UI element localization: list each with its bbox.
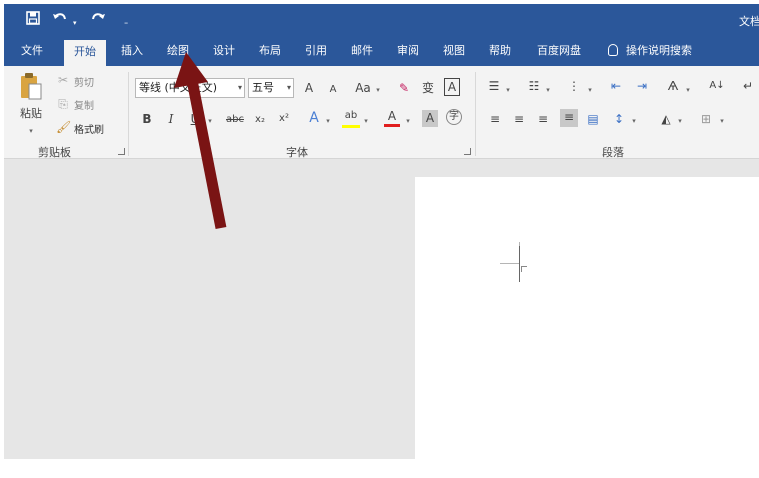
- character-shading-icon[interactable]: A: [422, 110, 438, 127]
- chevron-down-icon: ▾: [286, 83, 291, 92]
- tab-review[interactable]: 审阅: [390, 36, 426, 66]
- ribbon-home: 粘贴 ▾ ✂ 剪切 ⎘ 复制 🖌 格式刷 剪贴板 等线 (中文正文) ▾ 五号 ▾ …: [4, 66, 759, 159]
- align-center-icon[interactable]: ≡: [512, 111, 526, 127]
- document-title: 文档1 - Word: [739, 15, 759, 28]
- superscript-button[interactable]: x²: [276, 111, 292, 127]
- tab-home[interactable]: 开始: [64, 40, 106, 66]
- annotation-arrow-icon: [174, 52, 227, 230]
- cut-button[interactable]: 剪切: [74, 74, 94, 89]
- customize-qat-icon[interactable]: ₌: [124, 14, 128, 30]
- align-right-icon[interactable]: ≡: [536, 111, 550, 127]
- shrink-font-icon[interactable]: A: [326, 82, 340, 98]
- multilevel-dropdown-icon[interactable]: ▾: [586, 80, 594, 98]
- tab-baidu-netdisk[interactable]: 百度网盘: [529, 36, 589, 66]
- text-cursor: [519, 246, 520, 282]
- multilevel-list-icon[interactable]: ⋮: [566, 78, 582, 94]
- numbering-icon[interactable]: ☷: [526, 78, 542, 94]
- enclose-characters-icon[interactable]: 字: [446, 109, 462, 125]
- paragraph-group-label: 段落: [602, 146, 624, 159]
- highlight-icon[interactable]: ab: [342, 108, 360, 128]
- font-size-value: 五号: [252, 81, 274, 94]
- borders-icon[interactable]: ⊞: [698, 111, 714, 127]
- clipboard-launcher-icon[interactable]: [118, 148, 125, 155]
- tab-insert[interactable]: 插入: [114, 36, 150, 66]
- character-border-icon[interactable]: A: [444, 78, 460, 96]
- phonetic-guide-icon[interactable]: 变: [420, 80, 436, 96]
- scissors-icon: ✂: [57, 73, 69, 87]
- ribbon-tab-bar: 文件 开始 插入 绘图 设计 布局 引用 邮件 审阅 视图 帮助 百度网盘 操作…: [4, 36, 759, 66]
- change-case-dropdown-icon[interactable]: ▾: [374, 80, 382, 98]
- subscript-button[interactable]: x₂: [252, 112, 268, 128]
- copy-button[interactable]: 复制: [74, 97, 94, 112]
- text-effects-dropdown-icon[interactable]: ▾: [324, 111, 332, 129]
- tab-help[interactable]: 帮助: [482, 36, 518, 66]
- highlight-label: ab: [344, 110, 358, 121]
- highlight-dropdown-icon[interactable]: ▾: [362, 111, 370, 129]
- lightbulb-icon: [608, 44, 618, 56]
- tab-file[interactable]: 文件: [14, 36, 50, 66]
- shading-dropdown-icon[interactable]: ▾: [676, 111, 684, 129]
- bullets-icon[interactable]: ☰: [486, 78, 502, 94]
- shading-icon[interactable]: ◭: [658, 111, 674, 127]
- decrease-indent-icon[interactable]: ⇤: [608, 78, 624, 94]
- justify-icon[interactable]: ≡: [560, 109, 578, 127]
- highlight-color-bar: [342, 125, 360, 128]
- line-spacing-dropdown-icon[interactable]: ▾: [630, 111, 638, 129]
- grow-font-icon[interactable]: A: [302, 80, 316, 96]
- redo-icon[interactable]: [90, 11, 106, 30]
- align-left-icon[interactable]: ≡: [488, 111, 502, 127]
- tab-references[interactable]: 引用: [298, 36, 334, 66]
- tab-layout[interactable]: 布局: [252, 36, 288, 66]
- line-spacing-icon[interactable]: ↕: [612, 111, 626, 127]
- distributed-icon[interactable]: ▤: [586, 111, 600, 127]
- group-divider: [475, 72, 476, 156]
- format-painter-icon: 🖌: [56, 120, 72, 134]
- title-bar: ▾ ₌ 文档1 - Word: [4, 4, 759, 36]
- show-marks-icon[interactable]: ↵: [740, 78, 756, 94]
- paste-button[interactable]: 粘贴: [16, 106, 46, 122]
- tab-view[interactable]: 视图: [436, 36, 472, 66]
- asian-layout-icon[interactable]: Ѧ: [664, 78, 682, 94]
- copy-icon: ⎘: [58, 97, 68, 111]
- font-color-bar: [384, 124, 400, 127]
- paste-icon[interactable]: [18, 72, 44, 102]
- save-icon[interactable]: [26, 11, 40, 30]
- increase-indent-icon[interactable]: ⇥: [634, 78, 650, 94]
- undo-icon[interactable]: [52, 11, 68, 30]
- text-effects-icon[interactable]: A: [306, 110, 322, 126]
- clipboard-group-label: 剪贴板: [38, 146, 71, 159]
- tell-me-label: 操作说明搜索: [626, 44, 692, 57]
- margin-crop-mark: [500, 263, 520, 264]
- numbering-dropdown-icon[interactable]: ▾: [544, 80, 552, 98]
- document-page[interactable]: [415, 177, 759, 459]
- bold-button[interactable]: B: [140, 111, 154, 127]
- asian-layout-dropdown-icon[interactable]: ▾: [684, 80, 692, 98]
- clear-formatting-icon[interactable]: ✎: [396, 80, 412, 96]
- font-color-icon[interactable]: A: [384, 108, 400, 127]
- tell-me-search[interactable]: 操作说明搜索: [608, 36, 692, 66]
- format-painter-button[interactable]: 格式刷: [74, 121, 104, 136]
- font-color-dropdown-icon[interactable]: ▾: [404, 111, 412, 129]
- undo-dropdown-icon[interactable]: ▾: [73, 15, 77, 31]
- bullets-dropdown-icon[interactable]: ▾: [504, 80, 512, 98]
- borders-dropdown-icon[interactable]: ▾: [718, 111, 726, 129]
- sort-icon[interactable]: A↓: [708, 78, 726, 94]
- font-color-label: A: [387, 109, 397, 123]
- font-group-label: 字体: [286, 146, 308, 159]
- font-size-select[interactable]: 五号 ▾: [248, 78, 294, 98]
- paste-dropdown-icon[interactable]: ▾: [24, 121, 38, 139]
- change-case-icon[interactable]: Aa: [352, 80, 374, 96]
- group-divider: [128, 72, 129, 156]
- font-launcher-icon[interactable]: [464, 148, 471, 155]
- paragraph-mark: [521, 266, 527, 272]
- tab-mailings[interactable]: 邮件: [344, 36, 380, 66]
